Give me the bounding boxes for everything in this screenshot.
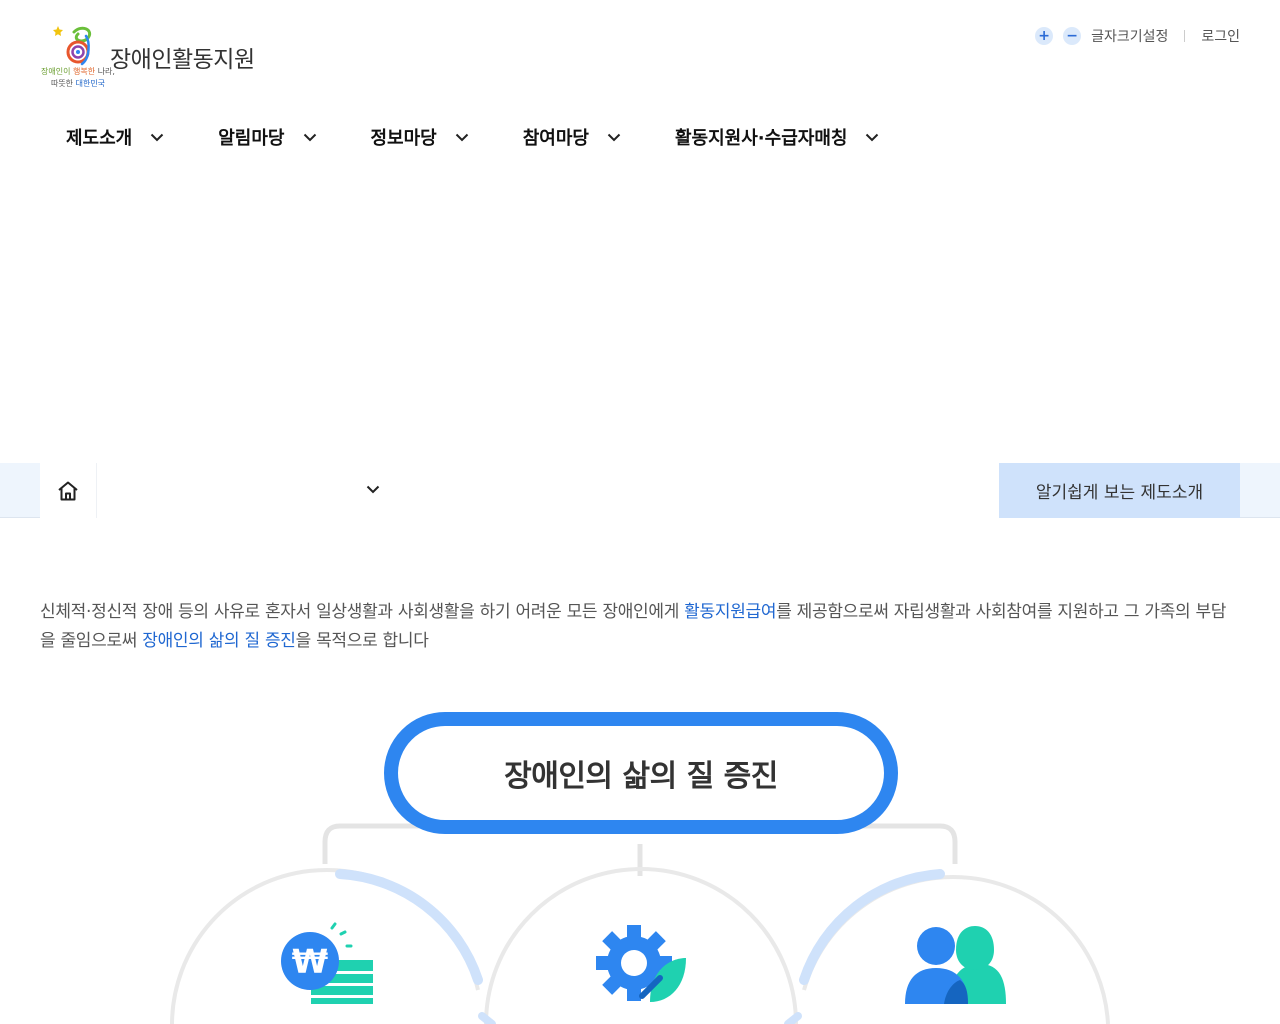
home-icon [58,481,78,500]
nav-item-system-intro[interactable]: 제도소개 [66,124,164,150]
intro-paragraph: 신체적·정신적 장애 등의 사유로 혼자서 일상생활과 사회생활을 하기 어려운… [40,598,1240,656]
intro-highlight: 장애인의 삶의 질 증진 [142,631,296,651]
logo-mark-icon [53,26,91,66]
logo-title: 장애인활동지원 [110,47,255,73]
nav-label: 제도소개 [66,128,133,149]
logo-slogan: 장애인이 행복한 나라, 따뜻한 대한민국 [41,67,115,88]
utility-menu: + − 글자크기설정 로그인 [1035,24,1240,48]
chevron-down-icon [303,133,316,141]
location-bar: 알기쉽게 보는 제도소개 [0,463,1280,518]
chevron-down-icon [455,133,468,141]
intro-highlight: 활동지원급여 [684,602,777,622]
chevron-down-icon [607,133,621,141]
goal-pill: 장애인의 삶의 질 증진 [384,712,898,834]
won-money-icon: ₩ [281,922,373,1004]
chevron-down-icon [151,133,164,141]
intro-text: 신체적·정신적 장애 등의 사유로 혼자서 일상생활과 사회생활을 하기 어려운… [40,602,685,622]
home-button[interactable] [40,463,96,518]
chevron-down-icon [366,485,380,494]
util-divider [1184,30,1186,42]
people-icon [905,926,1006,1004]
chevron-down-icon [866,133,879,141]
login-link[interactable]: 로그인 [1201,26,1240,46]
font-decrease-button[interactable]: − [1063,27,1082,45]
nav-label: 정보마당 [370,128,437,149]
nav-item-matching[interactable]: 활동지원사·수급자매칭 [675,124,879,150]
purpose-diagram: ₩ [170,823,1110,1024]
easy-intro-button[interactable]: 알기쉽게 보는 제도소개 [999,463,1240,518]
svg-text:₩: ₩ [292,942,328,981]
font-size-setting-link[interactable]: 글자크기설정 [1091,26,1168,46]
goal-text: 장애인의 삶의 질 증진 [504,759,778,794]
nav-item-participation[interactable]: 참여마당 [523,124,621,150]
gear-icon [596,925,686,1002]
nav-label: 알림마당 [218,128,285,149]
nav-label: 참여마당 [522,128,589,149]
connector-line [322,823,420,864]
intro-text: 을 목적으로 합니다 [295,631,429,651]
circle-accent [478,1012,496,1024]
font-increase-button[interactable]: + [1035,27,1054,45]
nav-item-notice[interactable]: 알림마당 [218,124,316,150]
nav-label: 활동지원사·수급자매칭 [675,128,848,149]
nav-item-info[interactable]: 정보마당 [371,124,469,150]
location-select[interactable] [96,463,398,518]
connector-line [862,823,958,864]
location-spacer [398,463,999,518]
circle-accent [799,869,945,985]
main-navigation: 제도소개 알림마당 정보마당 참여마당 활동지원사·수급자매칭 [66,120,933,154]
site-logo[interactable]: 장애인이 행복한 나라, 따뜻한 대한민국 장애인활동지원 [38,22,278,94]
